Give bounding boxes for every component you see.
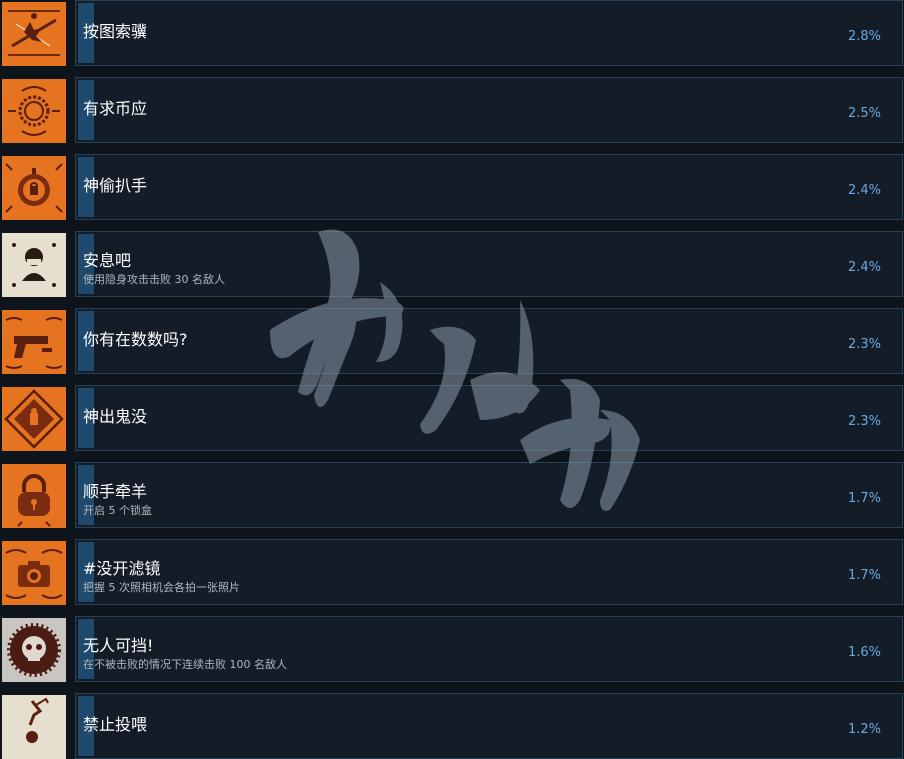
achievement-percent: 1.7% bbox=[847, 491, 881, 506]
achievement-percent: 2.4% bbox=[847, 183, 881, 198]
padlock-icon bbox=[2, 464, 66, 528]
skull-sun-icon bbox=[2, 618, 66, 682]
achievement-row[interactable]: 神出鬼没 2.3% bbox=[0, 385, 904, 451]
achievement-row[interactable]: 按图索骥 2.8% bbox=[0, 0, 904, 66]
map-rope-icon bbox=[2, 2, 66, 66]
achievement-description: 开启 5 个锁盒 bbox=[83, 504, 152, 517]
achievement-panel: 按图索骥 2.8% bbox=[75, 0, 903, 66]
achievement-title: 顺手牵羊 bbox=[83, 482, 148, 501]
achievement-row[interactable]: 禁止投喂 1.2% bbox=[0, 693, 904, 759]
achievement-title: #没开滤镜 bbox=[83, 559, 161, 578]
achievement-percent: 2.4% bbox=[847, 260, 881, 275]
achievement-panel: 无人可挡! 在不被击败的情况下连续击败 100 名敌人 1.6% bbox=[75, 616, 903, 682]
achievement-percent: 2.3% bbox=[847, 337, 881, 352]
masked-face-icon bbox=[2, 233, 66, 297]
achievement-panel: 你有在数数吗? 2.3% bbox=[75, 308, 903, 374]
achievement-panel: 神出鬼没 2.3% bbox=[75, 385, 903, 451]
achievement-row[interactable]: 你有在数数吗? 2.3% bbox=[0, 308, 904, 374]
pistol-icon bbox=[2, 310, 66, 374]
achievement-title: 有求币应 bbox=[83, 99, 148, 118]
achievement-description: 在不被击败的情况下连续击败 100 名敌人 bbox=[83, 658, 287, 671]
achievement-panel: 禁止投喂 1.2% bbox=[75, 693, 903, 759]
achievement-percent: 2.3% bbox=[847, 414, 881, 429]
achievement-title: 你有在数数吗? bbox=[83, 330, 188, 349]
coin-ornament-icon bbox=[2, 79, 66, 143]
achievement-panel: 神偷扒手 2.4% bbox=[75, 154, 903, 220]
achievement-title: 安息吧 bbox=[83, 251, 132, 270]
achievement-row[interactable]: 有求币应 2.5% bbox=[0, 77, 904, 143]
achievement-row[interactable]: #没开滤镜 把握 5 次照相机会各拍一张照片 1.7% bbox=[0, 539, 904, 605]
achievement-description: 使用隐身攻击击败 30 名敌人 bbox=[83, 273, 225, 286]
achievement-description: 把握 5 次照相机会各拍一张照片 bbox=[83, 581, 240, 594]
achievement-row[interactable]: 顺手牵羊 开启 5 个锁盒 1.7% bbox=[0, 462, 904, 528]
achievement-row[interactable]: 无人可挡! 在不被击败的情况下连续击败 100 名敌人 1.6% bbox=[0, 616, 904, 682]
camera-icon bbox=[2, 541, 66, 605]
achievement-row[interactable]: 神偷扒手 2.4% bbox=[0, 154, 904, 220]
achievement-percent: 1.7% bbox=[847, 568, 881, 583]
achievement-panel: 有求币应 2.5% bbox=[75, 77, 903, 143]
achievement-percent: 1.2% bbox=[847, 722, 881, 737]
achievement-title: 无人可挡! bbox=[83, 636, 154, 655]
achievement-title: 神出鬼没 bbox=[83, 407, 148, 426]
achievement-title: 神偷扒手 bbox=[83, 176, 148, 195]
hand-fruit-icon bbox=[2, 695, 66, 759]
achievement-row[interactable]: 安息吧 使用隐身攻击击败 30 名敌人 2.4% bbox=[0, 231, 904, 297]
pocket-watch-icon bbox=[2, 156, 66, 220]
achievement-percent: 2.8% bbox=[847, 29, 881, 44]
achievement-percent: 1.6% bbox=[847, 645, 881, 660]
achievement-panel: 安息吧 使用隐身攻击击败 30 名敌人 2.4% bbox=[75, 231, 903, 297]
achievement-title: 禁止投喂 bbox=[83, 715, 148, 734]
diamond-emblem-icon bbox=[2, 387, 66, 451]
achievement-panel: 顺手牵羊 开启 5 个锁盒 1.7% bbox=[75, 462, 903, 528]
achievement-percent: 2.5% bbox=[847, 106, 881, 121]
achievement-title: 按图索骥 bbox=[83, 22, 148, 41]
achievement-panel: #没开滤镜 把握 5 次照相机会各拍一张照片 1.7% bbox=[75, 539, 903, 605]
